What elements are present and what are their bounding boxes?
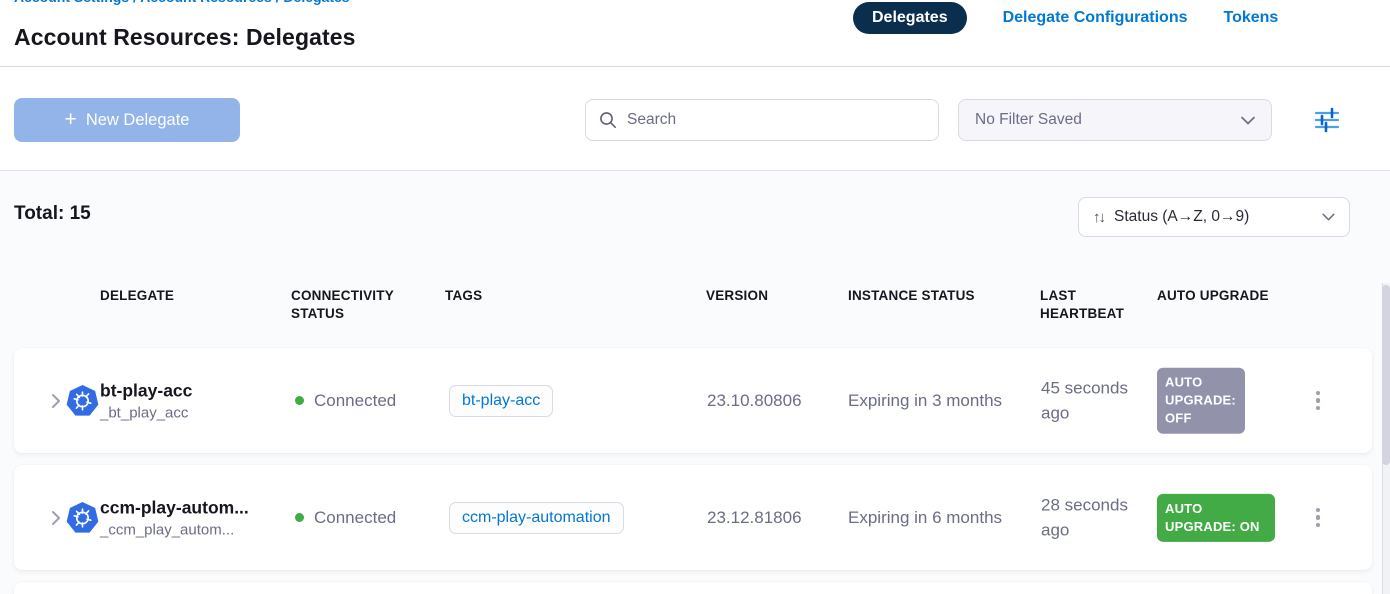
- auto-upgrade-badge: Auto Upgrade: OFF: [1157, 367, 1245, 434]
- col-header-delegate: Delegate: [100, 287, 174, 305]
- row-menu-kebab-icon[interactable]: [1306, 504, 1330, 532]
- col-header-instance-status: Instance Status: [848, 287, 975, 305]
- connected-dot-icon: [295, 396, 304, 405]
- delegate-name-block[interactable]: bt-play-acc _bt_play_acc: [100, 380, 192, 421]
- new-delegate-button[interactable]: + New Delegate: [14, 98, 240, 142]
- search-input[interactable]: [627, 111, 925, 129]
- saved-filter-dropdown[interactable]: No Filter Saved: [958, 99, 1272, 141]
- total-count: Total: 15: [14, 203, 91, 225]
- sort-value: Status (A→Z, 0→9): [1114, 208, 1312, 226]
- tab-bar: Delegates Delegate Configurations Tokens: [853, 0, 1278, 36]
- table-row[interactable]: ccm-play-autom... _ccm_play_autom... Con…: [14, 465, 1372, 570]
- last-heartbeat-cell: 45 seconds ago: [1041, 375, 1151, 426]
- col-header-connectivity-status: Connectivity Status: [291, 287, 426, 323]
- tag-chip: ccm-play-automation: [449, 502, 624, 534]
- breadcrumb[interactable]: Account Settings / Account Resources / D…: [14, 0, 350, 5]
- chevron-down-icon: [1322, 213, 1335, 221]
- delegate-identifier: _ccm_play_autom...: [100, 521, 249, 538]
- instance-status-cell: Expiring in 3 months: [848, 391, 1002, 411]
- saved-filter-value: No Filter Saved: [975, 111, 1082, 129]
- col-header-tags: Tags: [445, 287, 482, 305]
- search-icon: [599, 111, 617, 129]
- tab-delegates[interactable]: Delegates: [853, 2, 967, 34]
- sort-arrows-icon: ↑↓: [1093, 209, 1104, 226]
- auto-upgrade-badge: Auto Upgrade: ON: [1157, 493, 1275, 541]
- connectivity-status: Connected: [295, 391, 396, 411]
- sort-dropdown[interactable]: ↑↓ Status (A→Z, 0→9): [1078, 197, 1350, 237]
- tab-tokens[interactable]: Tokens: [1224, 9, 1279, 27]
- col-header-last-heartbeat: Last Heartbeat: [1040, 287, 1140, 323]
- col-header-auto-upgrade: Auto Upgrade: [1157, 287, 1269, 305]
- search-box[interactable]: [585, 99, 939, 141]
- kubernetes-icon: [66, 384, 99, 417]
- version-cell: 23.12.81806: [707, 508, 802, 528]
- connectivity-label: Connected: [314, 391, 396, 411]
- table-row[interactable]: bt-play-acc _bt_play_acc Connected bt-pl…: [14, 348, 1372, 453]
- header-divider: [0, 66, 1390, 67]
- connectivity-label: Connected: [314, 508, 396, 528]
- connected-dot-icon: [295, 513, 304, 522]
- col-header-version: Version: [706, 287, 768, 305]
- expand-row-icon[interactable]: [50, 510, 62, 526]
- chevron-down-icon: [1241, 116, 1255, 125]
- filter-settings-icon[interactable]: [1312, 105, 1342, 135]
- delegate-name: bt-play-acc: [100, 380, 192, 401]
- delegate-name: ccm-play-autom...: [100, 497, 249, 518]
- connectivity-status: Connected: [295, 508, 396, 528]
- scrollbar-thumb[interactable]: [1382, 285, 1390, 465]
- kubernetes-icon: [66, 501, 99, 534]
- page-title: Account Resources: Delegates: [14, 24, 356, 51]
- delegate-identifier: _bt_play_acc: [100, 404, 192, 421]
- row-menu-kebab-icon[interactable]: [1306, 387, 1330, 415]
- expand-row-icon[interactable]: [50, 393, 62, 409]
- delegate-name-block[interactable]: ccm-play-autom... _ccm_play_autom...: [100, 497, 249, 538]
- instance-status-cell: Expiring in 6 months: [848, 508, 1002, 528]
- version-cell: 23.10.80806: [707, 391, 802, 411]
- last-heartbeat-cell: 28 seconds ago: [1041, 492, 1151, 543]
- tag-chip: bt-play-acc: [449, 385, 553, 417]
- table-row[interactable]: [14, 582, 1372, 594]
- tab-delegate-configurations[interactable]: Delegate Configurations: [1003, 9, 1188, 27]
- plus-icon: +: [65, 109, 77, 130]
- table-header-row: Delegate Connectivity Status Tags Versio…: [0, 287, 1390, 327]
- new-delegate-label: New Delegate: [86, 111, 190, 130]
